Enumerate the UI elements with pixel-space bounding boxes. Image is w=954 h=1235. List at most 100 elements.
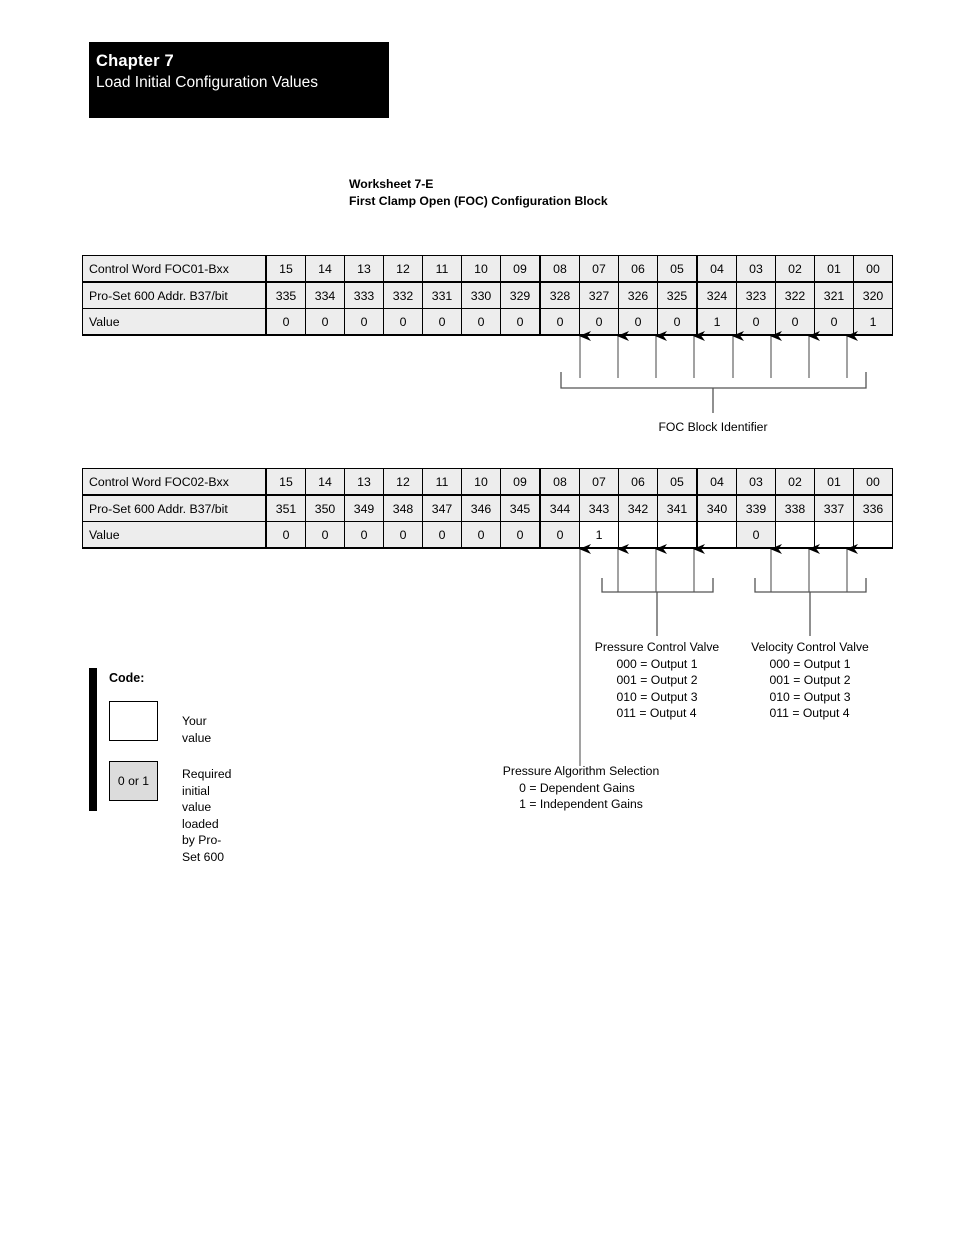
value-cell-bit-11[interactable]: 0 bbox=[422, 308, 462, 336]
velocity-control-valve-option-0: 000 = Output 1 bbox=[769, 656, 851, 671]
control_word-cell-bit-10: 10 bbox=[461, 255, 501, 283]
value-cell-bit-11[interactable]: 0 bbox=[422, 521, 462, 549]
chapter-banner: Chapter 7 Load Initial Configuration Val… bbox=[89, 42, 389, 118]
value-cell-bit-09[interactable]: 0 bbox=[500, 521, 541, 549]
address-cell-bit-05: 325 bbox=[657, 281, 698, 309]
value-cell-bit-04[interactable] bbox=[696, 521, 737, 549]
control_word-cell-bit-02: 02 bbox=[775, 468, 815, 496]
value-cell-bit-12[interactable]: 0 bbox=[383, 521, 423, 549]
value-cell-bit-10[interactable]: 0 bbox=[461, 308, 501, 336]
worksheet-name: First Clamp Open (FOC) Configuration Blo… bbox=[349, 193, 608, 208]
address-cell-bit-04: 324 bbox=[696, 281, 737, 309]
pressure-algorithm-selection-option-1: 1 = Independent Gains bbox=[519, 797, 643, 811]
value-cell-bit-03[interactable]: 0 bbox=[736, 521, 776, 549]
value-cell-bit-05[interactable] bbox=[657, 521, 698, 549]
control_word-cell-bit-06: 06 bbox=[618, 255, 658, 283]
value-cell-bit-08[interactable]: 0 bbox=[539, 308, 580, 336]
value-cell-bit-13[interactable]: 0 bbox=[344, 308, 384, 336]
table-row: Pro-Set 600 Addr. B37/bit 335 334 333 332 331… bbox=[82, 281, 893, 309]
value-cell-bit-10[interactable]: 0 bbox=[461, 521, 501, 549]
value-cell-bit-01[interactable]: 0 bbox=[814, 308, 854, 336]
address-cell-bit-08: 328 bbox=[539, 281, 580, 309]
control_word-cell-bit-14: 14 bbox=[305, 255, 345, 283]
control_word-cell-bit-04: 04 bbox=[696, 255, 737, 283]
value-cell-bit-14[interactable]: 0 bbox=[305, 521, 345, 549]
value-cell-bit-09[interactable]: 0 bbox=[500, 308, 541, 336]
control_word-cell-bit-09: 09 bbox=[500, 255, 541, 283]
value-cell-bit-15[interactable]: 0 bbox=[265, 308, 306, 336]
control_word-cell-bit-12: 12 bbox=[383, 255, 423, 283]
pressure-control-valve-bracket bbox=[601, 578, 714, 636]
value-cell-bit-14[interactable]: 0 bbox=[305, 308, 345, 336]
address-cell-bit-07: 327 bbox=[579, 281, 619, 309]
address-cell-bit-01: 321 bbox=[814, 281, 854, 309]
control_word-cell-bit-12: 12 bbox=[383, 468, 423, 496]
value-cell-bit-00[interactable]: 1 bbox=[853, 308, 893, 336]
row-label-control_word: Control Word FOC01-Bxx bbox=[82, 255, 267, 283]
value-cell-bit-04[interactable]: 1 bbox=[696, 308, 737, 336]
value-cell-bit-06[interactable] bbox=[618, 521, 658, 549]
address-cell-bit-05: 341 bbox=[657, 494, 698, 522]
row-label-control_word: Control Word FOC02-Bxx bbox=[82, 468, 267, 496]
value-cell-bit-08[interactable]: 0 bbox=[539, 521, 580, 549]
value-cell-bit-07[interactable]: 0 bbox=[579, 308, 619, 336]
velocity-control-valve-option-2: 010 = Output 3 bbox=[769, 689, 851, 704]
control_word-cell-bit-15: 15 bbox=[265, 255, 306, 283]
address-cell-bit-15: 351 bbox=[265, 494, 306, 522]
control_word-cell-bit-11: 11 bbox=[422, 255, 462, 283]
table-row: Pro-Set 600 Addr. B37/bit 351 350 349 348 347… bbox=[82, 494, 893, 522]
address-cell-bit-03: 323 bbox=[736, 281, 776, 309]
control_word-cell-bit-09: 09 bbox=[500, 468, 541, 496]
control_word-cell-bit-07: 07 bbox=[579, 468, 619, 496]
value-cell-bit-12[interactable]: 0 bbox=[383, 308, 423, 336]
control_word-cell-bit-04: 04 bbox=[696, 468, 737, 496]
value-cell-bit-15[interactable]: 0 bbox=[265, 521, 306, 549]
address-cell-bit-11: 331 bbox=[422, 281, 462, 309]
velocity-control-valve-arrow-group bbox=[769, 544, 858, 592]
control_word-cell-bit-02: 02 bbox=[775, 255, 815, 283]
control_word-cell-bit-13: 13 bbox=[344, 255, 384, 283]
address-cell-bit-08: 344 bbox=[539, 494, 580, 522]
value-cell-bit-00[interactable] bbox=[853, 521, 893, 549]
control_word-cell-bit-10: 10 bbox=[461, 468, 501, 496]
value-cell-bit-03[interactable]: 0 bbox=[736, 308, 776, 336]
address-cell-bit-07: 343 bbox=[579, 494, 619, 522]
pressure-control-valve-option-1: 001 = Output 2 bbox=[616, 673, 698, 687]
pressure-algorithm-selection-title: Pressure Algorithm Selection bbox=[502, 764, 660, 778]
pressure-control-valve-option-0: 000 = Output 1 bbox=[616, 656, 698, 671]
table-row: Value 0 0 0 0 0 0 0 0 1 0 bbox=[82, 521, 893, 549]
pressure-control-valve-option-3: 011 = Output 4 bbox=[616, 706, 697, 720]
control_word-cell-bit-03: 03 bbox=[736, 468, 776, 496]
control_word-cell-bit-08: 08 bbox=[539, 255, 580, 283]
velocity-control-valve-option-1: 001 = Output 2 bbox=[769, 673, 851, 687]
address-cell-bit-06: 326 bbox=[618, 281, 658, 309]
address-cell-bit-10: 346 bbox=[461, 494, 501, 522]
value-cell-bit-02[interactable] bbox=[775, 521, 815, 549]
value-cell-bit-07[interactable]: 1 bbox=[579, 521, 619, 549]
control_word-cell-bit-05: 05 bbox=[657, 468, 698, 496]
control_word-cell-bit-00: 00 bbox=[853, 468, 893, 496]
control_word-cell-bit-01: 01 bbox=[814, 255, 854, 283]
foc-block-identifier-label: FOC Block Identifier bbox=[658, 420, 768, 434]
address-cell-bit-12: 332 bbox=[383, 281, 423, 309]
value-cell-bit-02[interactable]: 0 bbox=[775, 308, 815, 336]
control_word-cell-bit-06: 06 bbox=[618, 468, 658, 496]
value-cell-bit-01[interactable] bbox=[814, 521, 854, 549]
address-cell-bit-09: 329 bbox=[500, 281, 541, 309]
table-row: Control Word FOC01-Bxx 15 14 13 12 11 10 09 08 07… bbox=[82, 255, 893, 283]
velocity-control-valve-callout: Velocity Control Valve 000 = Output 1 00… bbox=[712, 639, 908, 722]
your-value-label: Your value bbox=[182, 714, 212, 745]
address-cell-bit-13: 333 bbox=[344, 281, 384, 309]
control_word-cell-bit-07: 07 bbox=[579, 255, 619, 283]
control_word-cell-bit-01: 01 bbox=[814, 468, 854, 496]
value-cell-bit-05[interactable]: 0 bbox=[657, 308, 698, 336]
address-cell-bit-10: 330 bbox=[461, 281, 501, 309]
bit-table-foc01: Control Word FOC01-Bxx 15 14 13 12 11 10 09 08 07… bbox=[82, 255, 893, 336]
address-cell-bit-01: 337 bbox=[814, 494, 854, 522]
required-value-label-line1: Required initial value bbox=[182, 767, 232, 814]
value-cell-bit-13[interactable]: 0 bbox=[344, 521, 384, 549]
address-cell-bit-14: 334 bbox=[305, 281, 345, 309]
address-cell-bit-13: 349 bbox=[344, 494, 384, 522]
value-cell-bit-06[interactable]: 0 bbox=[618, 308, 658, 336]
control_word-cell-bit-15: 15 bbox=[265, 468, 306, 496]
